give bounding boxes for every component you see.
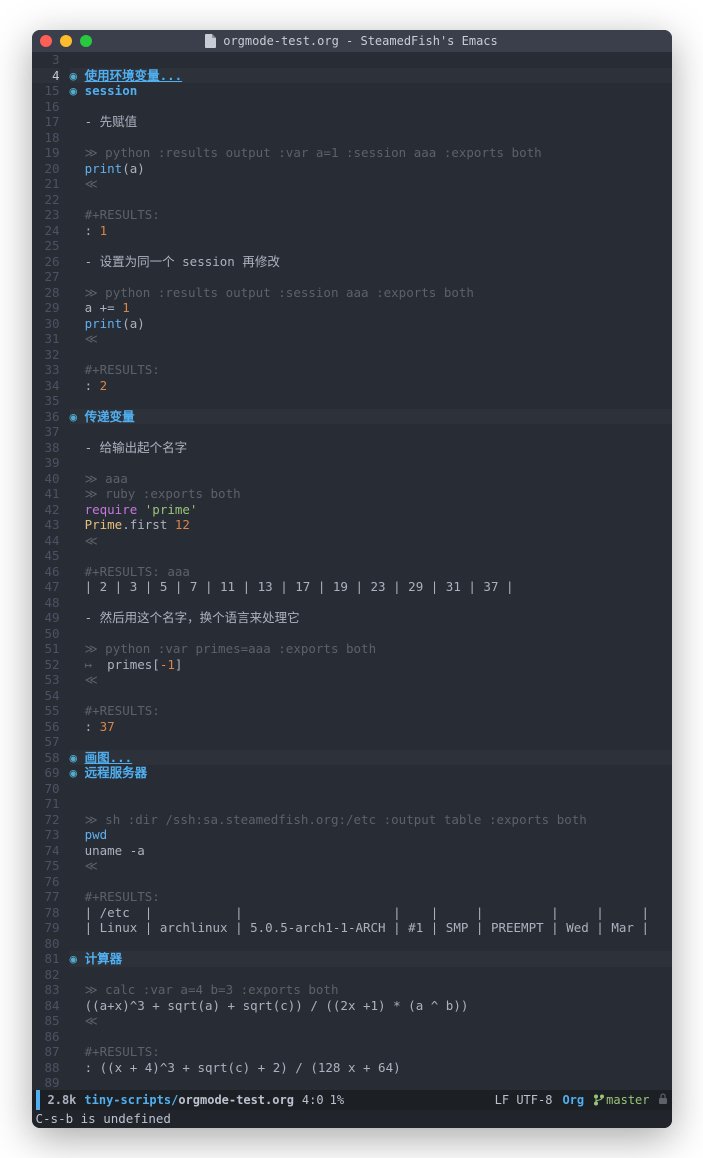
lock-icon [658,1093,668,1108]
code-line[interactable] [70,347,672,363]
buffer-path: tiny-scripts/ [84,1093,178,1107]
code-line[interactable]: - 设置为同一个 session 再修改 [70,254,672,270]
git-branch-icon [594,1094,604,1106]
code-line[interactable]: a += 1 [70,300,672,316]
file-icon [205,34,217,48]
code-line[interactable]: #+RESULTS: [70,889,672,905]
titlebar: orgmode-test.org - SteamedFish's Emacs [32,30,672,52]
line-number-gutter: 3415161718192021222324252627282930313233… [32,52,68,1090]
minibuffer: C-s-b is undefined [32,1110,672,1128]
code-line[interactable]: #+RESULTS: [70,703,672,719]
code-line[interactable]: ≫ ruby :exports both [70,486,672,502]
code-line[interactable]: ≪ [70,1013,672,1029]
code-line[interactable]: ≫ sh :dir /ssh:sa.steamedfish.org:/etc :… [70,812,672,828]
cursor-position: 4:0 [302,1093,324,1107]
code-line[interactable]: print(a) [70,316,672,332]
code-line[interactable] [70,238,672,254]
scroll-percent: 1% [330,1093,344,1107]
code-line[interactable]: ◉ 远程服务器 [70,765,672,781]
code-line[interactable]: : ((x + 4)^3 + sqrt(c) + 2) / (128 x + 6… [70,1060,672,1076]
code-line[interactable]: require 'prime' [70,502,672,518]
code-line[interactable]: ((a+x)^3 + sqrt(a) + sqrt(c)) / ((2x +1)… [70,998,672,1014]
code-line[interactable]: #+RESULTS: [70,207,672,223]
major-mode: Org [562,1093,584,1107]
code-line[interactable]: ≪ [70,533,672,549]
code-line[interactable]: : 1 [70,223,672,239]
code-line[interactable]: : 37 [70,719,672,735]
vcs-branch: master [594,1093,649,1107]
code-line[interactable]: ≫ python :var primes=aaa :exports both [70,641,672,657]
code-line[interactable] [70,688,672,704]
code-line[interactable]: uname -a [70,843,672,859]
code-line[interactable]: - 先赋值 [70,114,672,130]
code-line[interactable] [70,424,672,440]
code-line[interactable] [70,781,672,797]
code-line[interactable]: pwd [70,827,672,843]
code-line[interactable] [70,796,672,812]
code-line[interactable] [70,967,672,983]
code-line[interactable]: ≪ [70,331,672,347]
code-line[interactable] [70,548,672,564]
code-line[interactable] [70,734,672,750]
code-area[interactable]: ◉ 使用环境变量...◉ session - 先赋值 ≫ python :res… [68,52,672,1090]
buffer-file: orgmode-test.org [178,1093,294,1107]
code-line[interactable]: : 2 [70,378,672,394]
code-line[interactable] [70,99,672,115]
code-line[interactable]: Prime.first 12 [70,517,672,533]
encoding: LF UTF-8 [495,1093,553,1107]
code-line[interactable] [70,393,672,409]
code-line[interactable] [70,192,672,208]
code-line[interactable]: | Linux | archlinux | 5.0.5-arch1-1-ARCH… [70,920,672,936]
buffer-size: 2.8k [48,1093,77,1107]
code-line[interactable]: ◉ 传递变量 [70,409,672,425]
emacs-window: orgmode-test.org - SteamedFish's Emacs 3… [32,30,672,1128]
code-line[interactable]: - 给输出起个名字 [70,440,672,456]
code-line[interactable]: ≪ [70,176,672,192]
code-line[interactable] [70,1029,672,1045]
code-line[interactable] [70,626,672,642]
code-line[interactable]: #+RESULTS: [70,1044,672,1060]
code-line[interactable]: ◉ 计算器 [70,951,672,967]
code-line[interactable]: ≫ calc :var a=4 b=3 :exports both [70,982,672,998]
code-line[interactable] [70,595,672,611]
code-line[interactable]: ◉ 使用环境变量... [70,68,672,84]
code-line[interactable]: ≫ aaa [70,471,672,487]
code-line[interactable] [70,936,672,952]
code-line[interactable]: | 2 | 3 | 5 | 7 | 11 | 13 | 17 | 19 | 23… [70,579,672,595]
code-line[interactable]: ↦ primes[-1] [70,657,672,673]
code-line[interactable]: ≪ [70,672,672,688]
code-line[interactable] [70,1075,672,1090]
code-line[interactable] [70,455,672,471]
code-line[interactable]: #+RESULTS: aaa [70,564,672,580]
code-line[interactable]: | /etc | | | | | | | | [70,905,672,921]
code-line[interactable]: ≫ python :results output :session aaa :e… [70,285,672,301]
code-line[interactable] [70,874,672,890]
editor[interactable]: 3415161718192021222324252627282930313233… [32,52,672,1090]
modeline: 2.8k tiny-scripts/orgmode-test.org 4:0 1… [32,1090,672,1110]
code-line[interactable]: ◉ 画图... [70,750,672,766]
code-line[interactable]: ◉ session [70,83,672,99]
code-line[interactable]: print(a) [70,161,672,177]
code-line[interactable] [70,52,672,68]
code-line[interactable]: - 然后用这个名字，换个语言来处理它 [70,610,672,626]
code-line[interactable]: ≪ [70,858,672,874]
code-line[interactable]: #+RESULTS: [70,362,672,378]
modeline-accent [36,1090,40,1110]
window-title: orgmode-test.org - SteamedFish's Emacs [32,34,672,48]
code-line[interactable] [70,269,672,285]
code-line[interactable]: ≫ python :results output :var a=1 :sessi… [70,145,672,161]
code-line[interactable] [70,130,672,146]
